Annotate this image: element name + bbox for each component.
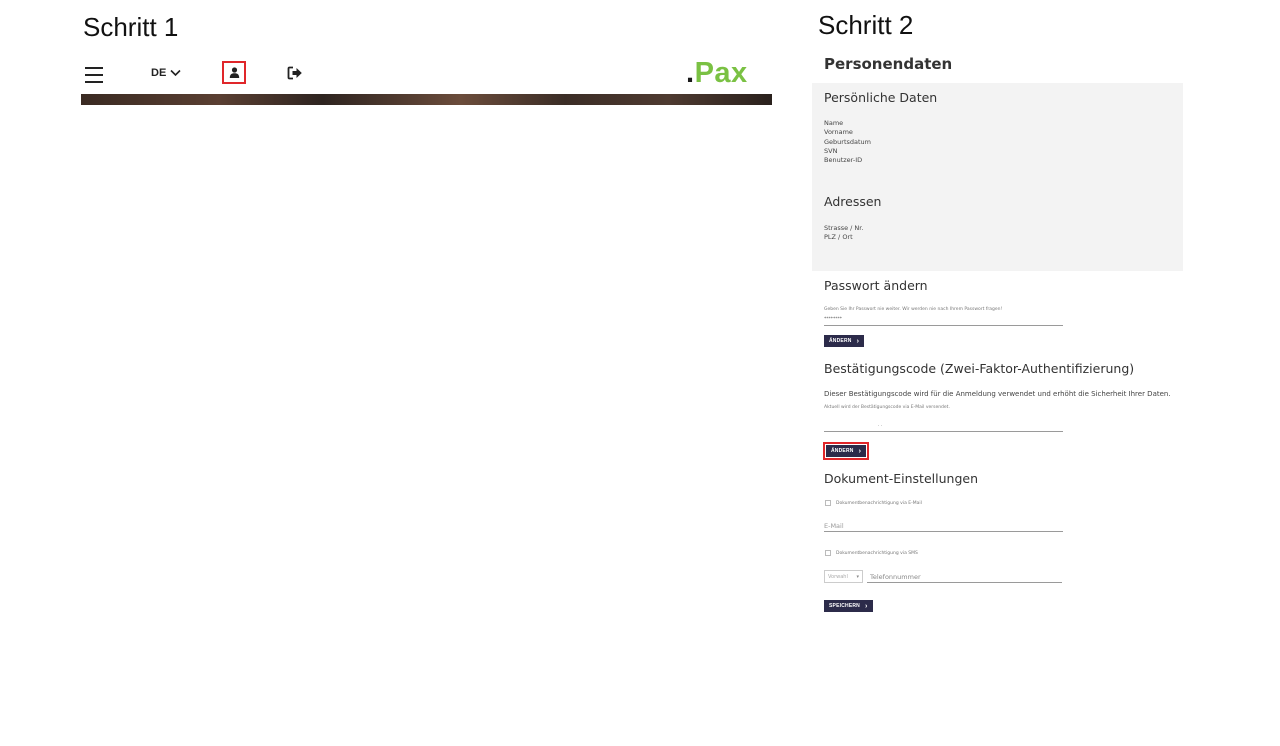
password-hint: Geben Sie Ihr Passwort nie weiter. Wir w…: [824, 307, 1003, 312]
language-selector[interactable]: DE: [151, 67, 181, 79]
chevron-right-icon: ›: [856, 337, 860, 345]
field-label-name: Name: [824, 119, 844, 127]
phone-input[interactable]: Telefonnummer: [870, 573, 921, 581]
step-1-title: Schritt 1: [83, 12, 179, 42]
twofactor-note: Aktuell wird der Bestätigungscode via E-…: [824, 405, 950, 410]
field-label-benutzer-id: Benutzer-ID: [824, 156, 863, 165]
sms-notification-checkbox[interactable]: [825, 550, 831, 556]
field-label-strasse: Strasse / Nr.: [824, 224, 864, 232]
documents-heading: Dokument-Einstellungen: [824, 471, 978, 486]
change-password-button[interactable]: ÄNDERN ›: [824, 335, 865, 347]
password-heading: Passwort ändern: [824, 278, 928, 293]
email-notification-checkbox[interactable]: [825, 500, 831, 506]
menu-icon[interactable]: [85, 67, 103, 83]
hero-image-strip: [81, 94, 772, 105]
email-input[interactable]: E-Mail: [824, 522, 844, 530]
user-icon: [229, 67, 239, 78]
pax-logo[interactable]: .Pax: [686, 57, 748, 90]
top-navigation-bar: [81, 56, 772, 94]
user-profile-button[interactable]: [222, 61, 246, 84]
page-title: Personendaten: [824, 55, 953, 73]
logo-dot: .: [686, 57, 695, 89]
field-label-vorname: Vorname: [824, 128, 853, 137]
field-label-plz-ort: PLZ / Ort: [824, 233, 853, 242]
logout-button[interactable]: [287, 66, 303, 80]
personal-data-panel: [812, 83, 1183, 271]
logo-text: Pax: [694, 57, 748, 89]
country-code-value: Vorwahl: [828, 573, 848, 580]
sms-notification-label: Dokumentbenachrichtigung via SMS: [836, 551, 918, 556]
change-twofactor-highlight: ÄNDERN ›: [823, 442, 870, 460]
save-button[interactable]: SPEICHERN ›: [824, 600, 873, 612]
addresses-heading: Adressen: [824, 194, 882, 209]
step-2-title: Schritt 2: [818, 10, 914, 40]
chevron-right-icon: ›: [864, 602, 868, 610]
twofactor-field-underline: [824, 431, 1063, 432]
chevron-down-icon: [170, 69, 181, 77]
password-field-underline: [824, 325, 1063, 326]
save-button-label: SPEICHERN: [829, 603, 860, 609]
email-field-underline: [824, 531, 1063, 532]
twofactor-description: Dieser Bestätigungscode wird für die Anm…: [824, 390, 1171, 398]
password-value[interactable]: ********: [824, 317, 842, 322]
twofactor-value[interactable]: · ·: [878, 424, 882, 429]
change-twofactor-label: ÄNDERN: [831, 448, 854, 454]
logout-icon: [287, 66, 302, 80]
personal-fields-list: Name Vorname Geburtsdatum SVN Benutzer-I…: [824, 119, 871, 165]
email-notification-label: Dokumentbenachrichtigung via E-Mail: [836, 501, 922, 506]
chevron-right-icon: ›: [858, 447, 862, 455]
address-fields-list: Strasse / Nr. PLZ / Ort: [824, 224, 863, 243]
twofactor-heading: Bestätigungscode (Zwei-Faktor-Authentifi…: [824, 361, 1135, 376]
personal-data-heading: Persönliche Daten: [824, 90, 938, 105]
field-label-svn: SVN: [824, 146, 838, 155]
phone-field-underline: [867, 582, 1062, 583]
change-password-label: ÄNDERN: [829, 338, 852, 344]
change-twofactor-button[interactable]: ÄNDERN ›: [826, 445, 867, 457]
country-code-select[interactable]: Vorwahl ▾: [824, 570, 863, 583]
language-label: DE: [151, 67, 167, 79]
caret-down-icon: ▾: [856, 573, 859, 580]
field-label-geburtsdatum: Geburtsdatum: [824, 137, 871, 146]
